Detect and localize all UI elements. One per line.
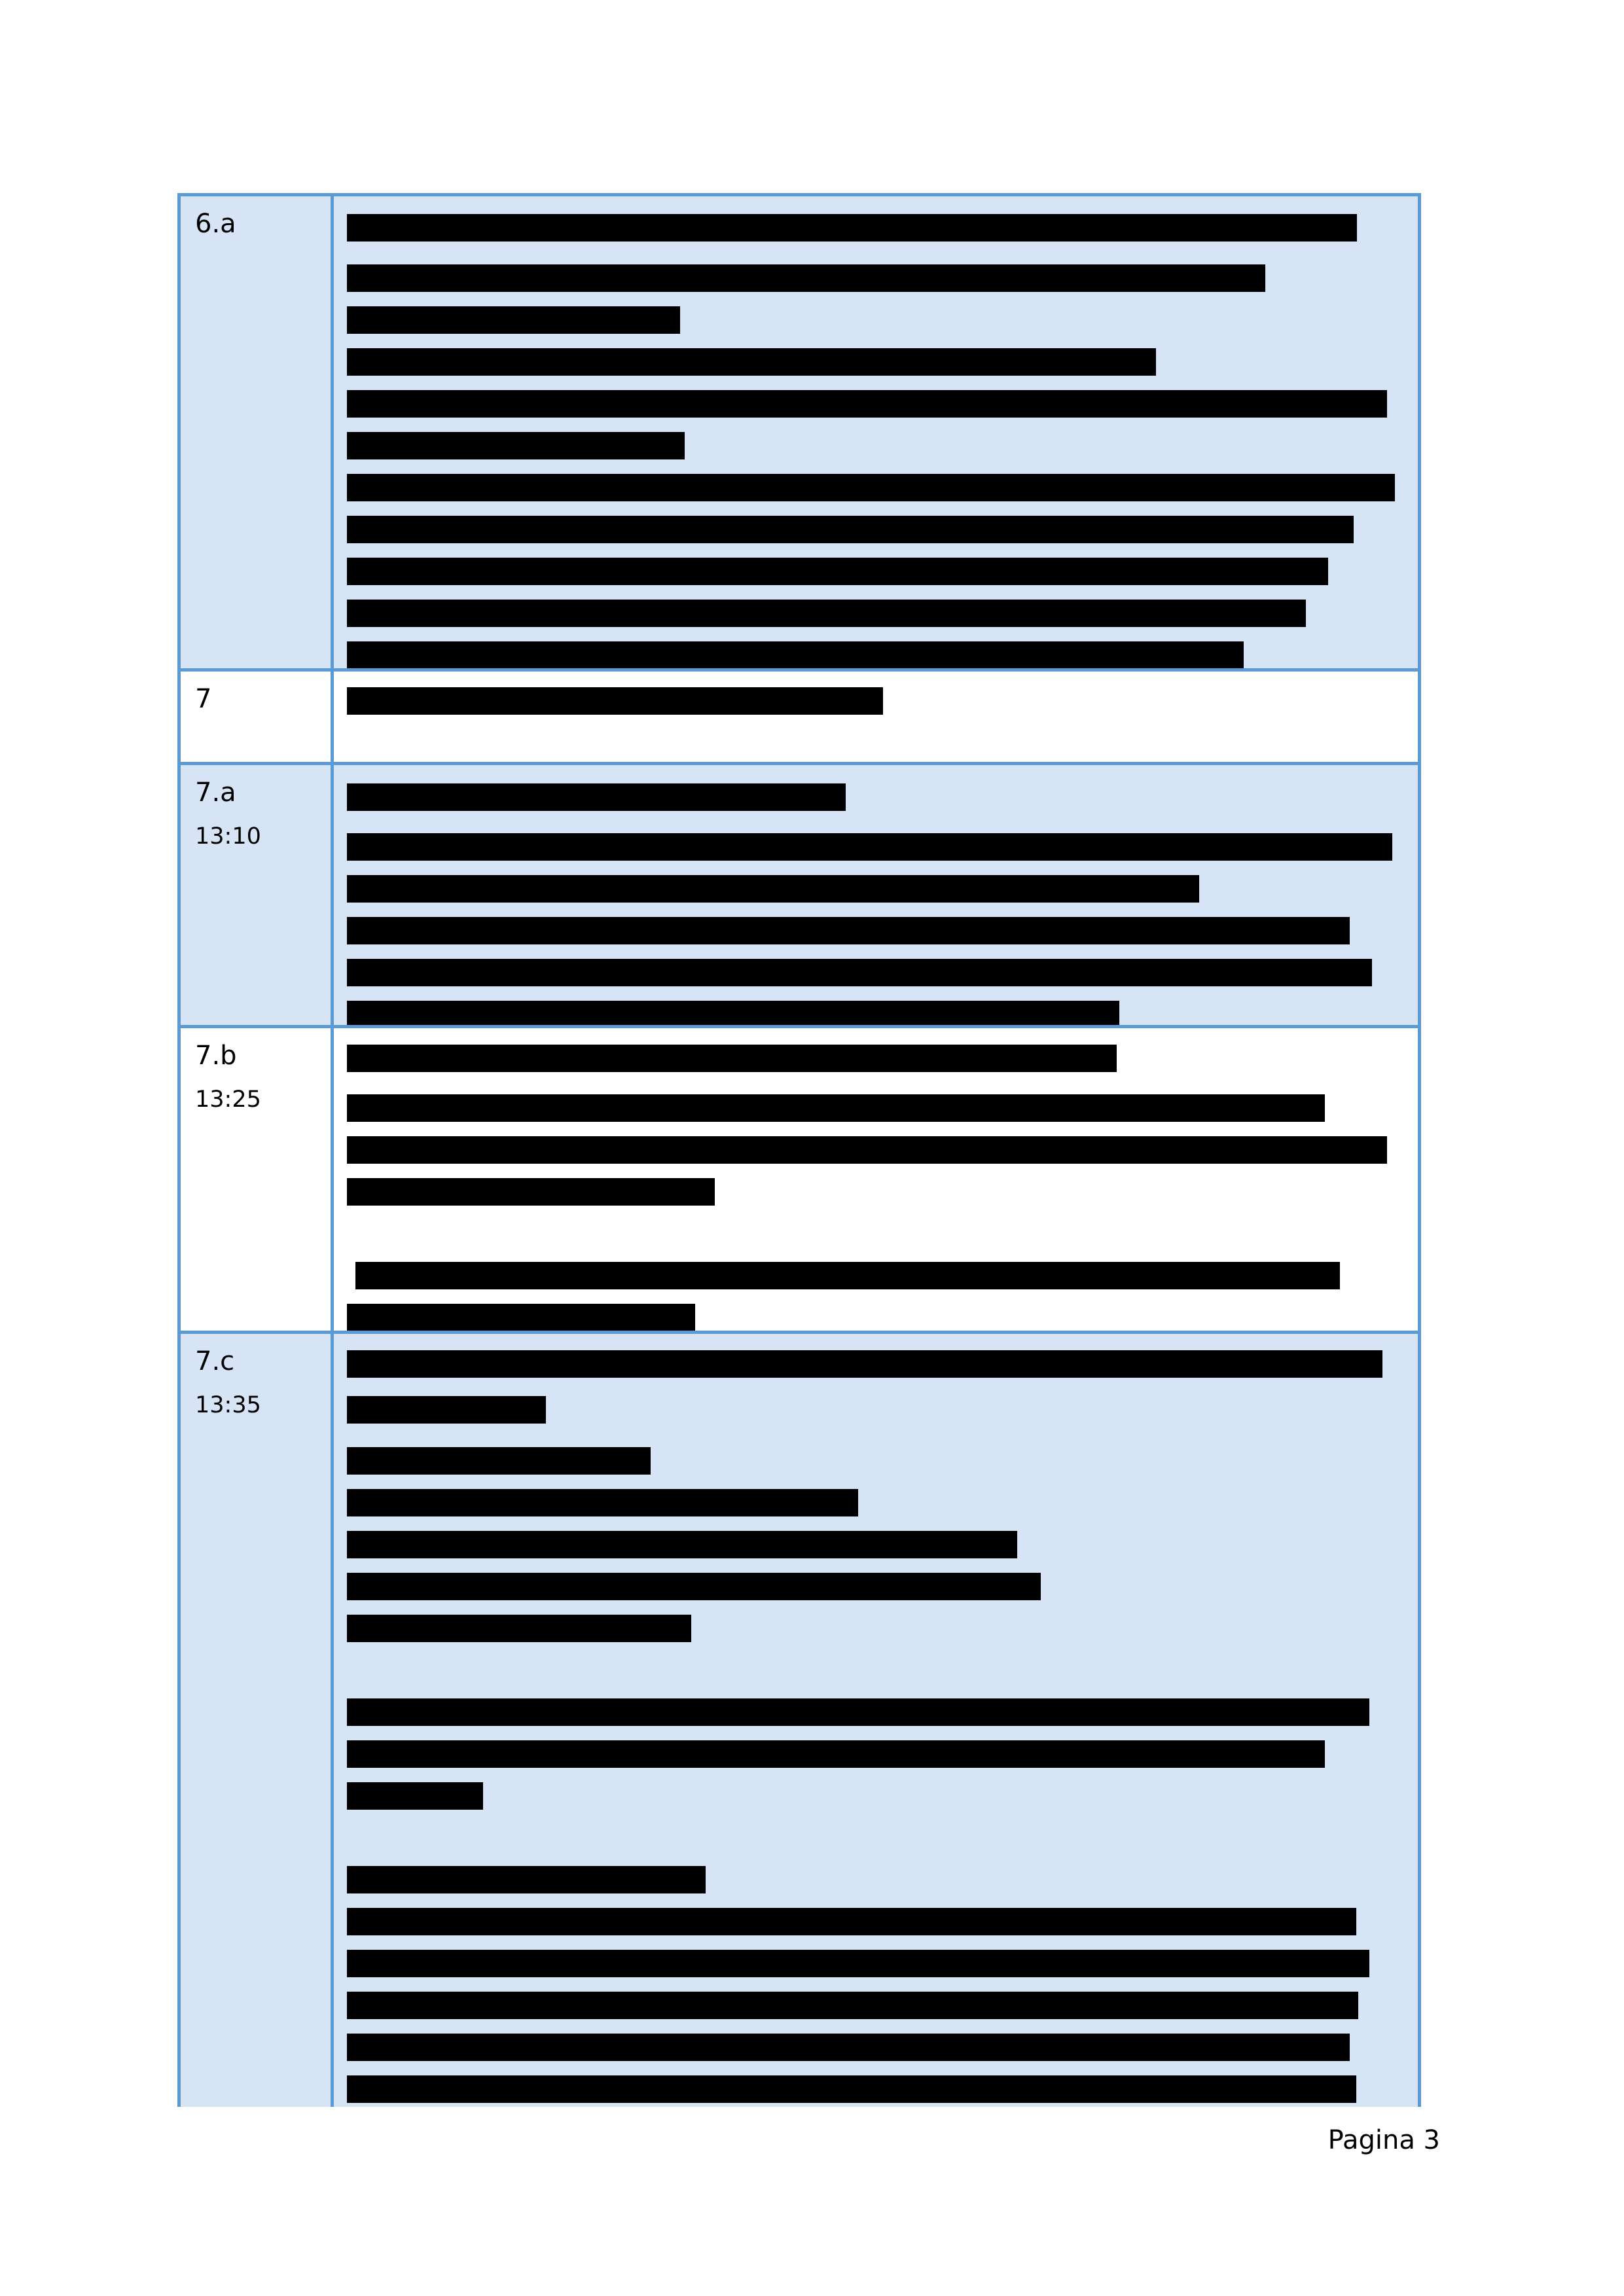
- redaction-bar: [347, 1350, 1382, 1378]
- item-number: 7.a: [195, 778, 236, 808]
- redaction-bar: [347, 1782, 483, 1810]
- redaction-bar: [347, 917, 1350, 944]
- redaction-bar: [347, 1908, 1356, 1935]
- redaction-bar: [347, 833, 1392, 861]
- redaction-bar: [347, 306, 680, 334]
- item-number-cell: 7.a 13:10: [181, 765, 334, 1028]
- redaction-bar: [347, 1396, 546, 1424]
- redaction-bar: [347, 558, 1328, 585]
- agenda-row-7c: 7.c 13:35: [181, 1331, 1418, 2107]
- redaction-bar: [347, 1001, 1119, 1028]
- page-number: Pagina 3: [1327, 2125, 1440, 2155]
- redaction-bar: [347, 1615, 691, 1642]
- redaction-bar: [347, 2034, 1350, 2061]
- agenda-row-7: 7: [181, 668, 1418, 765]
- redaction-bar: [347, 1447, 651, 1475]
- redaction-bar: [347, 1950, 1369, 1977]
- redaction-bar: [347, 875, 1199, 903]
- redaction-bar: [347, 1136, 1387, 1164]
- redaction-bar: [347, 1178, 715, 1206]
- redaction-bar: [347, 600, 1306, 627]
- redacted-content: [334, 765, 1418, 1028]
- redaction-bar: [347, 1094, 1325, 1122]
- redaction-bar: [347, 1740, 1325, 1768]
- item-time: 13:35: [195, 1392, 261, 1418]
- item-number: 6.a: [195, 209, 236, 239]
- redaction-bar: [347, 1698, 1369, 1726]
- redaction-bar: [355, 1262, 1340, 1289]
- redaction-bar: [347, 1866, 706, 1893]
- redaction-bar: [347, 264, 1265, 292]
- redaction-bar: [347, 687, 883, 715]
- redaction-bar: [347, 474, 1395, 501]
- redaction-bar: [347, 432, 685, 459]
- item-time: 13:10: [195, 823, 261, 850]
- redacted-content: [334, 1334, 1418, 2107]
- item-number-cell: 7: [181, 672, 334, 765]
- item-time: 13:25: [195, 1086, 261, 1113]
- redaction-bar: [347, 1573, 1041, 1600]
- redaction-bar: [347, 1045, 1117, 1072]
- redaction-bar: [347, 2075, 1356, 2103]
- item-number-cell: 6.a: [181, 196, 334, 672]
- redaction-bar: [347, 1531, 1017, 1558]
- redaction-bar: [347, 348, 1156, 376]
- item-number: 7.c: [195, 1346, 235, 1376]
- redaction-bar: [347, 1489, 858, 1516]
- item-number: 7.b: [195, 1041, 237, 1071]
- item-number-cell: 7.b 13:25: [181, 1028, 334, 1334]
- redacted-content: [334, 672, 1418, 765]
- redaction-bar: [347, 214, 1357, 242]
- item-number: 7: [195, 684, 212, 714]
- agenda-row-7a: 7.a 13:10: [181, 762, 1418, 1028]
- agenda-row-7b: 7.b 13:25: [181, 1025, 1418, 1334]
- redaction-bar: [347, 1304, 695, 1331]
- redacted-content: [334, 196, 1418, 672]
- redaction-bar: [347, 641, 1244, 669]
- redaction-bar: [347, 959, 1372, 986]
- redaction-bar: [347, 516, 1354, 543]
- redaction-bar: [347, 1992, 1358, 2019]
- agenda-table: 6.a 7 7.a 13:10 7.b 13:25 7.c 13:35: [177, 193, 1421, 2107]
- redacted-content: [334, 1028, 1418, 1334]
- agenda-row-6a: 6.a: [181, 196, 1418, 672]
- item-number-cell: 7.c 13:35: [181, 1334, 334, 2107]
- redaction-bar: [347, 783, 846, 811]
- redaction-bar: [347, 390, 1387, 418]
